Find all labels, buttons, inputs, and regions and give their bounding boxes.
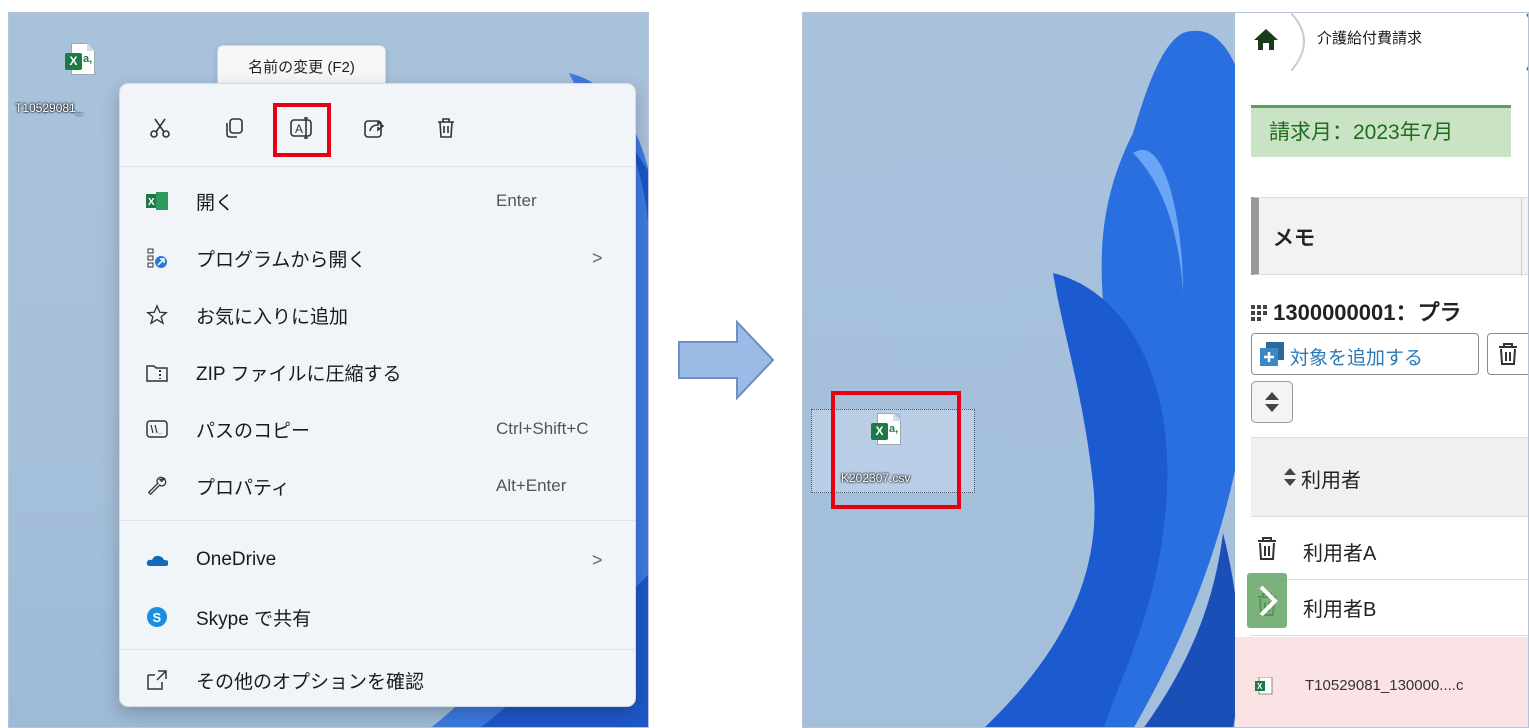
delete-button[interactable] xyxy=(426,108,466,148)
app-window: 介護給付費請求 請求月：2023年7月 メモ 1300000001：プラ 対象を… xyxy=(1235,13,1528,727)
desktop-file-label: T10529081_ xyxy=(15,101,83,115)
sort-icon xyxy=(1284,468,1296,486)
table-header[interactable]: 利用者 xyxy=(1251,437,1528,517)
user-column-header: 利用者 xyxy=(1301,470,1361,492)
chevron-right-icon xyxy=(1259,585,1278,617)
home-icon[interactable] xyxy=(1253,27,1279,56)
trash-icon[interactable] xyxy=(1257,537,1277,561)
download-filename[interactable]: T10529081_130000....c xyxy=(1305,677,1463,694)
excel-file-icon[interactable]: X a, xyxy=(65,43,95,79)
add-target-button[interactable]: 対象を追加する xyxy=(1251,333,1479,375)
trash-icon xyxy=(1499,343,1517,365)
onedrive-icon xyxy=(146,549,168,571)
menu-item-favorites[interactable]: お気に入りに追加 xyxy=(120,288,635,342)
download-bar: X T10529081_130000....c xyxy=(1235,637,1528,727)
skype-icon: S xyxy=(146,606,168,628)
file-highlight-box xyxy=(831,391,961,509)
menu-item-skype[interactable]: S Skype で共有 xyxy=(120,590,635,644)
breadcrumb-item[interactable]: 介護給付費請求 xyxy=(1317,27,1422,48)
chevron-right-icon: > xyxy=(592,247,603,268)
copy-button[interactable] xyxy=(214,108,254,148)
menu-item-onedrive[interactable]: OneDrive > xyxy=(120,533,635,587)
table-row[interactable]: 利用者B xyxy=(1251,579,1528,636)
menu-separator xyxy=(120,520,635,521)
svg-text:S: S xyxy=(153,610,162,625)
menu-item-more-options[interactable]: その他のオプションを確認 xyxy=(120,653,635,707)
menu-separator xyxy=(120,166,635,167)
menu-separator xyxy=(120,649,635,650)
user-name: 利用者B xyxy=(1303,599,1377,621)
sort-button[interactable] xyxy=(1251,381,1293,423)
right-screenshot-panel: X a, K202307.csv 介護給付費請求 請求月：2023年7月 メモ … xyxy=(802,12,1529,728)
menu-item-open-with[interactable]: プログラムから開く > xyxy=(120,231,635,285)
user-name: 利用者A xyxy=(1303,543,1377,565)
menu-item-copy-path[interactable]: .. パスのコピー Ctrl+Shift+C xyxy=(120,402,635,456)
memo-label: メモ xyxy=(1273,227,1315,250)
copy-icon xyxy=(226,118,243,138)
svg-text:X: X xyxy=(1257,682,1263,691)
svg-text:X: X xyxy=(148,197,155,208)
add-icon xyxy=(1260,342,1284,366)
menu-item-zip[interactable]: ZIP ファイルに圧縮する xyxy=(120,345,635,399)
memo-row: メモ xyxy=(1251,197,1528,276)
chevron-right-icon: > xyxy=(592,549,603,570)
share-icon xyxy=(364,120,385,138)
left-screenshot-panel: X a, T10529081_ 名前の変更 (F2) A X 開く Enter … xyxy=(8,12,649,728)
excel-file-icon[interactable]: X xyxy=(1255,677,1273,695)
office-heading: 1300000001：プラ xyxy=(1251,295,1461,327)
grid-icon xyxy=(1251,305,1267,321)
next-button[interactable] xyxy=(1247,573,1287,628)
menu-item-open[interactable]: X 開く Enter xyxy=(120,174,635,228)
star-icon xyxy=(146,304,168,326)
right-arrow-icon xyxy=(678,320,775,400)
share-button[interactable] xyxy=(354,108,394,148)
billing-month-tab[interactable]: 請求月：2023年7月 xyxy=(1251,105,1511,157)
excel-icon: X xyxy=(146,190,168,212)
zip-folder-icon xyxy=(146,361,168,383)
table-row[interactable]: 利用者A xyxy=(1251,523,1528,580)
menu-item-properties[interactable]: プロパティ Alt+Enter xyxy=(120,459,635,513)
trash-icon xyxy=(438,118,454,138)
copy-path-icon: .. xyxy=(146,418,168,440)
wrench-icon xyxy=(146,475,168,497)
delete-target-button[interactable] xyxy=(1487,333,1528,375)
svg-text:..: .. xyxy=(158,429,162,436)
sort-icon xyxy=(1265,392,1279,412)
more-options-icon xyxy=(146,669,168,691)
open-with-icon xyxy=(146,247,168,269)
context-menu: A X 開く Enter プログラムから開く > お気に入りに追加 ZIP ファ… xyxy=(119,83,636,707)
scissors-icon xyxy=(150,118,170,138)
cut-button[interactable] xyxy=(140,108,180,148)
rename-highlight-box xyxy=(273,103,331,157)
